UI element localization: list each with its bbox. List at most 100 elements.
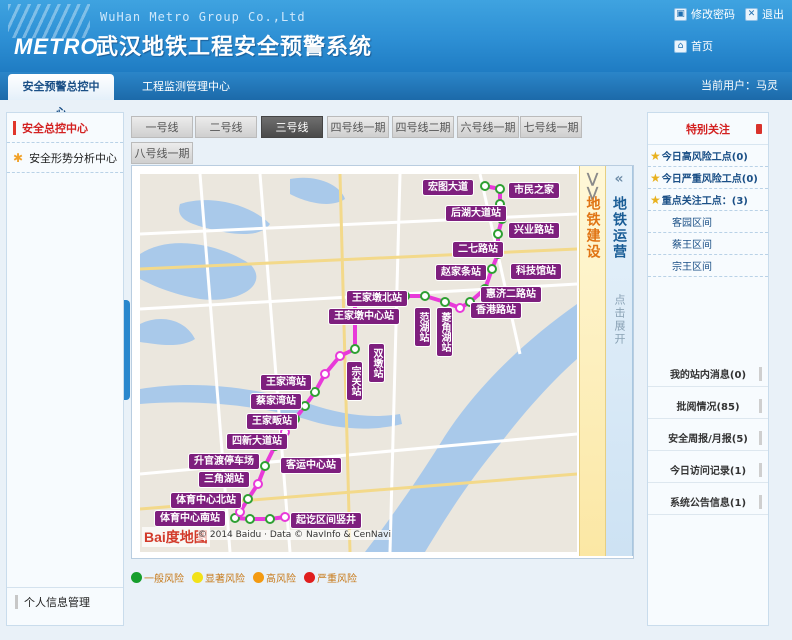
tab-line-1[interactable]: 一号线 — [131, 116, 193, 138]
home-icon: ⌂ — [674, 39, 687, 53]
legend-notable: 显著风险 — [192, 570, 245, 585]
my-messages-link[interactable]: 我的站内消息(0) — [648, 361, 768, 387]
map-copyright: © 2014 Baidu · Data © NavInfo & CenNavi — [198, 530, 391, 540]
system-notice-link[interactable]: 系统公告信息(1) — [648, 489, 768, 515]
sidebar-item-label: 安全形势分析中心 — [29, 151, 118, 165]
sidebar-item-situation-analysis[interactable]: ✱ 安全形势分析中心 — [7, 143, 123, 173]
sidebar-collapse-handle[interactable] — [124, 300, 130, 400]
sidebar-item-label: 个人信息管理 — [24, 595, 90, 609]
station-label[interactable]: 起讫区间竖井 — [290, 512, 362, 529]
station-label[interactable]: 宏图大道 — [422, 179, 474, 196]
item-marker — [759, 495, 762, 509]
item-marker — [759, 399, 762, 413]
station-label[interactable]: 王家墩中心站 — [328, 308, 400, 325]
company-name: WuHan Metro Group Co.,Ltd — [100, 10, 306, 24]
station-label[interactable]: 体育中心南站 — [154, 510, 226, 527]
metro-operation-toggle[interactable]: « 地铁运营 点击展开 — [606, 166, 633, 556]
link-label: 系统公告信息(1) — [669, 498, 747, 509]
station-label[interactable]: 香港路站 — [470, 302, 522, 319]
link-label: 我的站内消息(0) — [669, 370, 747, 381]
sidebar-item-personal-info[interactable]: 个人信息管理 — [7, 587, 123, 615]
logout-label: 退出 — [762, 8, 784, 21]
change-password-button[interactable]: ▣ 修改密码 — [674, 5, 735, 23]
link-label: 批阅情况(85) — [676, 402, 740, 413]
station-label[interactable]: 四新大道站 — [226, 433, 288, 450]
legend-normal: 一般风险 — [131, 570, 184, 585]
tab-line-2[interactable]: 二号线 — [195, 116, 257, 138]
tab-line-4-phase-2[interactable]: 四号线二期 — [392, 116, 454, 138]
legend-severe: 严重风险 — [304, 570, 357, 585]
green-dot-icon — [131, 572, 142, 583]
safety-report-link[interactable]: 安全周报/月报(5) — [648, 425, 768, 451]
legend-label: 显著风险 — [205, 574, 245, 585]
legend-label: 严重风险 — [317, 574, 357, 585]
home-label: 首页 — [691, 40, 713, 53]
today-visits-link[interactable]: 今日访问记录(1) — [648, 457, 768, 483]
chevron-right-icon[interactable] — [756, 124, 762, 134]
legend-label: 高风险 — [266, 574, 296, 585]
tab-line-8-phase-1[interactable]: 八号线一期 — [131, 142, 193, 164]
station-label[interactable]: 客运中心站 — [280, 457, 342, 474]
tab-monitoring-center[interactable]: 工程监测管理中心 — [130, 74, 242, 100]
star-icon: ★ — [650, 170, 661, 185]
key-focus-item[interactable]: 宗王区间 — [648, 255, 768, 277]
station-label[interactable]: 后湖大道站 — [445, 205, 507, 222]
tab-line-6-phase-1[interactable]: 六号线一期 — [457, 116, 519, 138]
station-label[interactable]: 市民之家 — [508, 182, 560, 199]
operation-label: 地铁运营 — [611, 196, 627, 260]
tab-line-7-phase-1[interactable]: 七号线一期 — [520, 116, 582, 138]
sidebar-item-safety-control[interactable]: 安全总控中心 — [7, 113, 123, 143]
red-dot-icon — [304, 572, 315, 583]
metro-logo: METRO — [14, 34, 99, 59]
focus-item-label: 重点关注工点：(3) — [661, 196, 748, 207]
yellow-dot-icon — [192, 572, 203, 583]
change-password-label: 修改密码 — [691, 8, 735, 21]
tab-line-4-phase-1[interactable]: 四号线一期 — [327, 116, 389, 138]
header-banner: WuHan Metro Group Co.,Ltd METRO 武汉地铁工程安全… — [0, 0, 792, 72]
tab-line-3[interactable]: 三号线 — [261, 116, 323, 138]
station-label[interactable]: 蔡家湾站 — [250, 393, 302, 410]
station-label[interactable]: 三角湖站 — [198, 471, 250, 488]
station-label[interactable]: 范湖站 — [414, 307, 431, 347]
key-focus-item[interactable]: 蔡王区间 — [648, 233, 768, 255]
metro-construction-toggle[interactable]: ⋁ ⋁ 地铁建设 — [579, 166, 606, 556]
current-user: 当前用户：马灵 — [701, 79, 778, 92]
station-label[interactable]: 王家墩北站 — [346, 290, 408, 307]
station-label[interactable]: 菱角湖站 — [436, 307, 453, 357]
metro-map[interactable]: 宏图大道 市民之家 后湖大道站 兴业路站 二七路站 赵家条站 科技馆站 惠济二路… — [140, 174, 577, 552]
sidebar-item-label: 安全总控中心 — [22, 121, 88, 135]
special-focus-header: 特别关注 — [648, 113, 768, 145]
item-marker — [15, 594, 18, 609]
orange-dot-icon — [253, 572, 264, 583]
key-focus-item[interactable]: 客园区间 — [648, 211, 768, 233]
item-marker — [759, 431, 762, 445]
station-label[interactable]: 宗关站 — [346, 361, 363, 401]
station-label[interactable]: 二七路站 — [452, 241, 504, 258]
item-marker — [759, 367, 762, 381]
station-label[interactable]: 体育中心北站 — [170, 492, 242, 509]
station-label[interactable]: 双墩站 — [368, 343, 385, 383]
station-label[interactable]: 兴业路站 — [508, 222, 560, 239]
station-label[interactable]: 惠济二路站 — [480, 286, 542, 303]
station-label[interactable]: 王家湾站 — [260, 374, 312, 391]
special-focus-title: 特别关注 — [686, 122, 730, 136]
station-label[interactable]: 科技馆站 — [510, 263, 562, 280]
star-icon: ★ — [650, 148, 661, 163]
tab-safety-alert-center[interactable]: 安全预警总控中心 — [8, 74, 114, 119]
logout-button[interactable]: ✕ 退出 — [745, 5, 784, 23]
home-button[interactable]: ⌂ 首页 — [674, 37, 713, 55]
item-marker — [759, 463, 762, 477]
station-label[interactable]: 王家畈站 — [246, 413, 298, 430]
link-label: 安全周报/月报(5) — [668, 434, 748, 445]
review-status-link[interactable]: 批阅情况(85) — [648, 393, 768, 419]
right-sidebar: 特别关注 ★ 今日高风险工点(0) ★ 今日严重风险工点(0) ★ 重点关注工点… — [647, 112, 769, 626]
focus-item-label: 今日严重风险工点(0) — [661, 174, 758, 185]
lock-icon: ▣ — [674, 7, 687, 21]
risk-legend: 一般风险 显著风险 高风险 严重风险 — [131, 570, 357, 585]
link-label: 今日访问记录(1) — [669, 466, 747, 477]
station-label[interactable]: 升官渡停车场 — [188, 453, 260, 470]
key-focus-link[interactable]: ★ 重点关注工点：(3) — [648, 189, 768, 211]
station-label[interactable]: 赵家条站 — [435, 264, 487, 281]
today-high-risk-link[interactable]: ★ 今日高风险工点(0) — [648, 145, 768, 167]
today-severe-risk-link[interactable]: ★ 今日严重风险工点(0) — [648, 167, 768, 189]
